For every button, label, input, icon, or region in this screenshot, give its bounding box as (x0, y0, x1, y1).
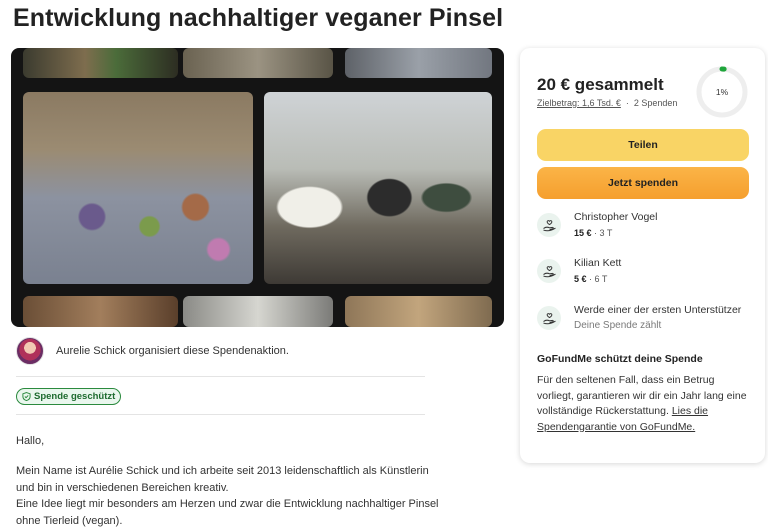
donate-now-button[interactable]: Jetzt spenden (537, 167, 749, 199)
divider (16, 414, 425, 415)
first-supporter-subtitle: Deine Spende zählt (574, 320, 662, 331)
donor-name: Kilian Kett (574, 257, 622, 269)
gallery-photo[interactable] (345, 296, 492, 327)
donor-time: 6 T (594, 274, 608, 284)
story-text: Mein Name ist Aurélie Schick und ich arb… (16, 463, 446, 529)
donor-amount: 15 € (574, 228, 592, 238)
protection-body: Für den seltenen Fall, dass ein Betrug v… (537, 374, 747, 417)
donation-count: 2 Spenden (633, 98, 678, 108)
donor-item: Kilian Kett 5 € · 6 T (537, 256, 621, 286)
protection-title: GoFundMe schützt deine Spende (537, 353, 703, 365)
goal-line: Zielbetrag: 1,6 Tsd. € · 2 Spenden (537, 98, 677, 108)
photo-gallery[interactable] (11, 48, 504, 327)
donor-meta: 15 € · 3 T (574, 228, 613, 238)
gallery-photo[interactable] (183, 296, 333, 327)
donor-amount: 5 € (574, 274, 587, 284)
gallery-photo[interactable] (23, 48, 178, 78)
story-paragraph: Mein Name ist Aurélie Schick und ich arb… (16, 465, 429, 494)
shield-check-icon (22, 392, 31, 401)
donation-hand-icon (537, 259, 561, 283)
donor-time: 3 T (599, 228, 613, 238)
gallery-photo[interactable] (345, 48, 492, 78)
amount-raised: 20 € gesammelt (537, 75, 664, 94)
donation-protected-badge[interactable]: Spende geschützt (16, 388, 122, 405)
first-supporter-title: Werde einer der ersten Unterstützer (574, 304, 742, 316)
share-button[interactable]: Teilen (537, 129, 749, 161)
organizer-avatar[interactable] (16, 337, 44, 365)
donation-hand-icon (537, 213, 561, 237)
page-title: Entwicklung nachhaltiger veganer Pinsel (13, 4, 504, 32)
story-greeting: Hallo, (16, 435, 45, 447)
donation-card: 20 € gesammelt Zielbetrag: 1,6 Tsd. € · … (520, 48, 765, 463)
goal-amount[interactable]: Zielbetrag: 1,6 Tsd. € (537, 98, 621, 108)
badge-label: Spende geschützt (34, 391, 116, 402)
progress-percent: 1% (715, 87, 729, 97)
organizer-row: Aurelie Schick organisiert diese Spenden… (16, 337, 289, 365)
story-paragraph: Eine Idee liegt mir besonders am Herzen … (16, 498, 439, 527)
gallery-photo[interactable] (183, 48, 333, 78)
donation-hand-icon (537, 306, 561, 330)
gallery-photo[interactable] (23, 296, 178, 327)
organizer-text: Aurelie Schick organisiert diese Spenden… (56, 345, 289, 357)
separator-dot: · (625, 98, 629, 108)
donor-item: Christopher Vogel 15 € · 3 T (537, 210, 657, 240)
protection-text: Für den seltenen Fall, dass ein Betrug v… (537, 373, 747, 435)
divider (16, 376, 425, 377)
gallery-photo-workshop[interactable] (264, 92, 492, 284)
first-supporter-item: Werde einer der ersten Unterstützer Dein… (537, 303, 741, 333)
donor-name: Christopher Vogel (574, 211, 658, 223)
donor-meta: 5 € · 6 T (574, 274, 608, 284)
gallery-photo-miniatures[interactable] (23, 92, 253, 284)
